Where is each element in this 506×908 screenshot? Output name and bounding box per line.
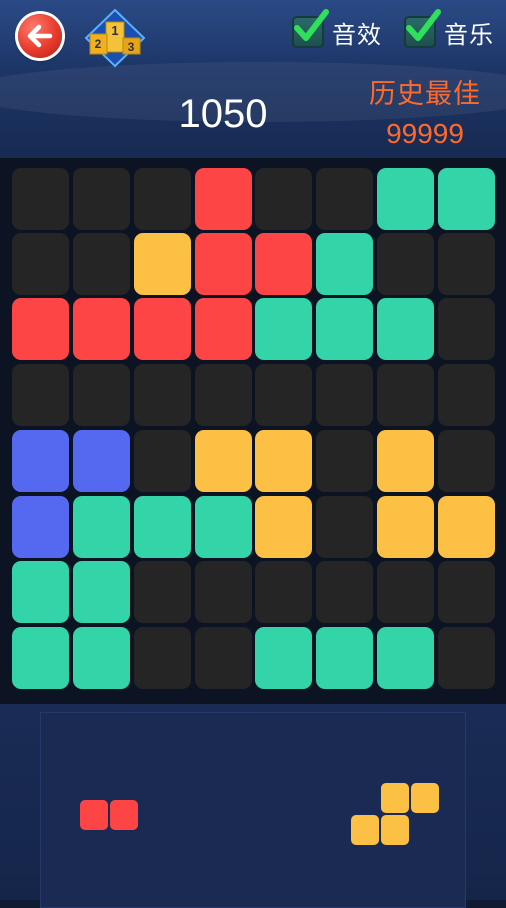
checkmark-icon — [294, 9, 329, 41]
board-cell-empty[interactable] — [134, 364, 191, 426]
board-cell-red[interactable] — [12, 298, 69, 360]
checkmark-icon — [406, 9, 441, 41]
board-cell-empty[interactable] — [12, 233, 69, 295]
board-cell-green[interactable] — [12, 561, 69, 623]
podium-digit-1: 1 — [111, 23, 118, 38]
current-score: 1050 — [178, 92, 268, 136]
board-cell-empty[interactable] — [438, 298, 495, 360]
piece-block — [110, 800, 138, 830]
sound-checkbox[interactable] — [292, 9, 329, 48]
board-cell-empty[interactable] — [195, 561, 252, 623]
board-cell-yellow[interactable] — [377, 430, 434, 492]
board-cell-green[interactable] — [195, 496, 252, 558]
piece-block — [80, 800, 108, 830]
game-board[interactable] — [0, 158, 506, 704]
board-cell-red[interactable] — [73, 298, 130, 360]
music-toggle[interactable]: 音乐 — [404, 9, 494, 52]
board-cell-empty[interactable] — [438, 627, 495, 689]
board-cell-empty[interactable] — [73, 233, 130, 295]
board-cell-empty[interactable] — [73, 364, 130, 426]
board-cell-empty[interactable] — [316, 561, 373, 623]
board-cell-green[interactable] — [12, 627, 69, 689]
board-cell-yellow[interactable] — [438, 496, 495, 558]
board-cell-empty[interactable] — [316, 168, 373, 230]
board-cell-green[interactable] — [73, 561, 130, 623]
board-cell-red[interactable] — [255, 233, 312, 295]
board-cell-yellow[interactable] — [134, 233, 191, 295]
sound-toggle[interactable]: 音效 — [292, 9, 382, 52]
board-cell-empty[interactable] — [438, 364, 495, 426]
board-cell-blue[interactable] — [73, 430, 130, 492]
board-cell-green[interactable] — [377, 627, 434, 689]
board-cell-empty[interactable] — [134, 561, 191, 623]
sound-label: 音效 — [332, 21, 382, 49]
board-cell-empty[interactable] — [195, 627, 252, 689]
board-cell-empty[interactable] — [255, 168, 312, 230]
board-cell-empty[interactable] — [377, 233, 434, 295]
board-cell-empty[interactable] — [438, 561, 495, 623]
bottom-panel — [0, 704, 506, 908]
board-cell-empty[interactable] — [438, 430, 495, 492]
board-cell-empty[interactable] — [255, 561, 312, 623]
board-cell-empty[interactable] — [12, 168, 69, 230]
back-arrow-icon — [27, 24, 53, 48]
top-bar: 1 2 3 音效 音乐 1050 历史最佳 99999 — [0, 0, 506, 158]
board-cell-yellow[interactable] — [195, 430, 252, 492]
piece-block — [411, 783, 439, 813]
board-cell-blue[interactable] — [12, 430, 69, 492]
board-cell-empty[interactable] — [316, 364, 373, 426]
board-cell-empty[interactable] — [316, 496, 373, 558]
board-cell-empty[interactable] — [73, 168, 130, 230]
board-cell-empty[interactable] — [134, 430, 191, 492]
podium-digit-2: 2 — [95, 37, 102, 51]
board-cell-empty[interactable] — [195, 364, 252, 426]
piece-block — [381, 783, 409, 813]
best-score-value: 99999 — [386, 118, 464, 149]
board-cell-green[interactable] — [73, 496, 130, 558]
piece-block — [381, 815, 409, 845]
podium-icon: 1 2 3 — [84, 8, 146, 68]
board-cell-red[interactable] — [195, 168, 252, 230]
board-cell-green[interactable] — [316, 298, 373, 360]
board-cell-yellow[interactable] — [377, 496, 434, 558]
board-cell-green[interactable] — [316, 627, 373, 689]
board-cell-green[interactable] — [255, 627, 312, 689]
board-cell-red[interactable] — [195, 298, 252, 360]
board-cell-red[interactable] — [134, 298, 191, 360]
leaderboard-button[interactable]: 1 2 3 — [82, 8, 148, 68]
music-checkbox[interactable] — [404, 9, 441, 48]
best-score-title: 历史最佳 — [369, 79, 481, 109]
board-cell-empty[interactable] — [134, 627, 191, 689]
board-cell-green[interactable] — [134, 496, 191, 558]
podium-digit-3: 3 — [128, 40, 135, 54]
board-cell-yellow[interactable] — [255, 430, 312, 492]
board-cell-empty[interactable] — [377, 364, 434, 426]
board-cell-green[interactable] — [377, 168, 434, 230]
board-cell-empty[interactable] — [438, 233, 495, 295]
board-cell-yellow[interactable] — [255, 496, 312, 558]
board-cell-blue[interactable] — [12, 496, 69, 558]
board-cell-empty[interactable] — [377, 561, 434, 623]
board-cell-empty[interactable] — [255, 364, 312, 426]
board-cell-green[interactable] — [316, 233, 373, 295]
board-cell-red[interactable] — [195, 233, 252, 295]
piece-block — [351, 815, 379, 845]
board-cell-green[interactable] — [73, 627, 130, 689]
board-cell-empty[interactable] — [316, 430, 373, 492]
board-cell-green[interactable] — [438, 168, 495, 230]
board-cell-green[interactable] — [377, 298, 434, 360]
board-cell-empty[interactable] — [12, 364, 69, 426]
back-button[interactable] — [18, 14, 62, 58]
board-cell-empty[interactable] — [134, 168, 191, 230]
music-label: 音乐 — [444, 21, 494, 49]
board-cell-green[interactable] — [255, 298, 312, 360]
